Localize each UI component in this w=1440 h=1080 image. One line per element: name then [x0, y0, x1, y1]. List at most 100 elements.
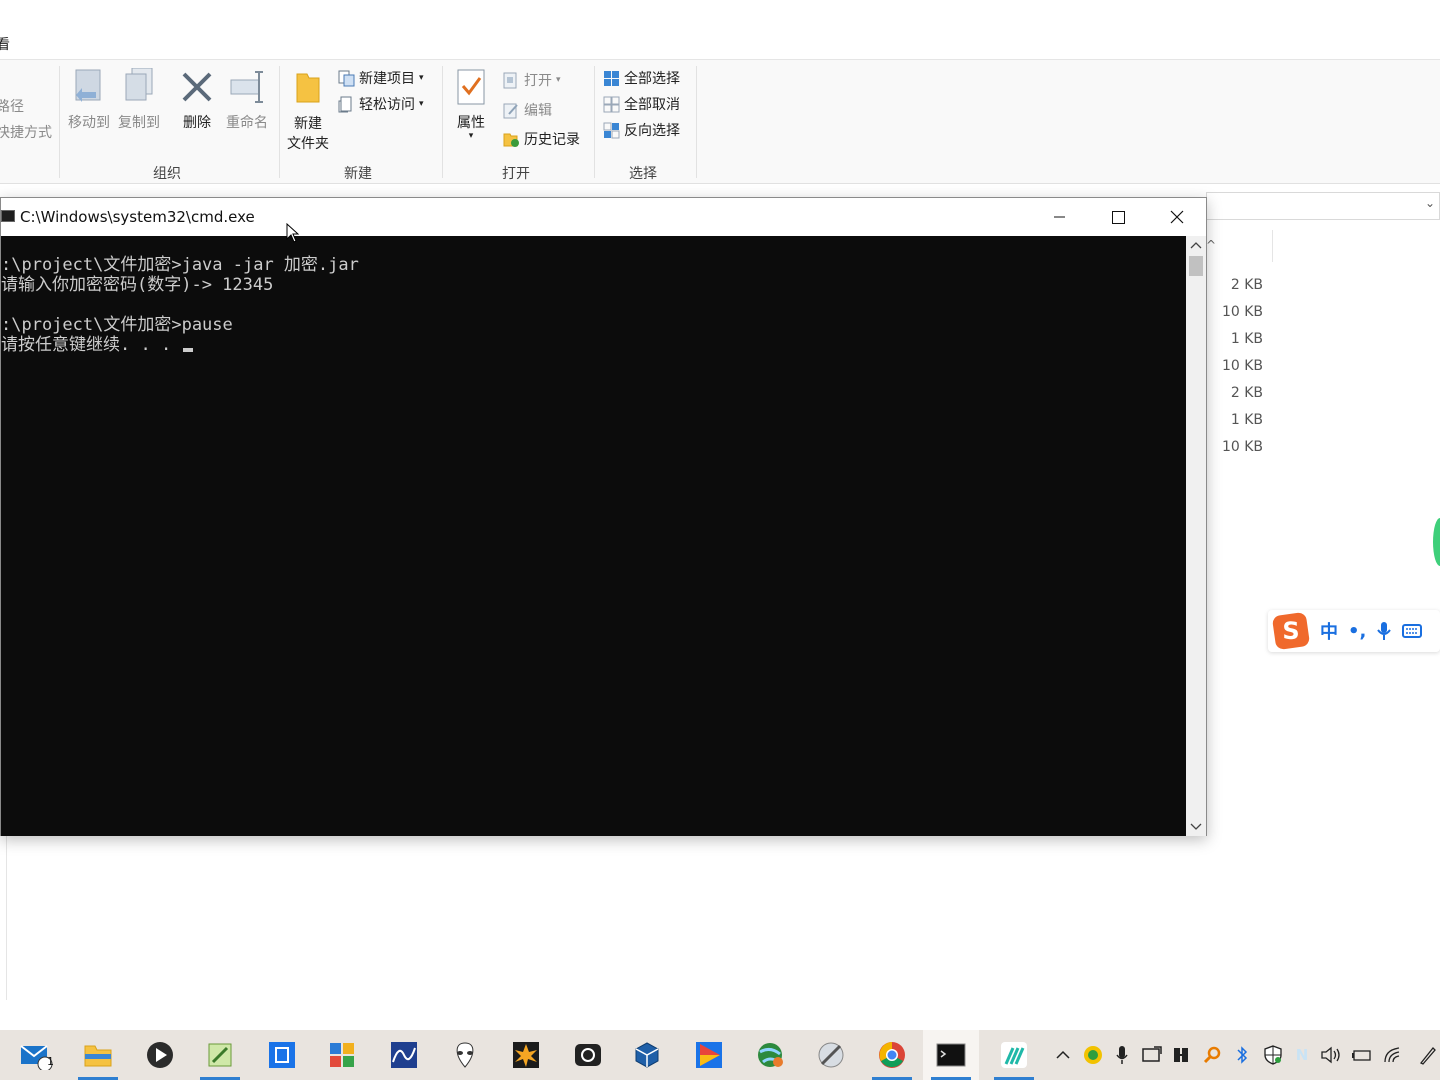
ribbon-tab-view[interactable]: 看	[0, 34, 10, 54]
tray-pen[interactable]	[1416, 1044, 1438, 1066]
dropdown-arrow-icon: ▾	[419, 73, 424, 83]
properties-check-icon	[457, 69, 485, 105]
chevron-up-icon	[1056, 1050, 1070, 1059]
easy-access-icon	[338, 96, 352, 112]
tray-volume[interactable]	[1320, 1044, 1342, 1066]
rename-button[interactable]: 重命名	[222, 68, 272, 132]
ribbon-group-organize-label: 组织	[153, 166, 181, 182]
play-store-icon	[696, 1042, 722, 1068]
dropdown-arrow-icon: ▾	[468, 131, 474, 141]
rename-icon	[230, 71, 263, 103]
history-button[interactable]: 历史记录	[503, 129, 580, 149]
burst-app-icon	[513, 1042, 539, 1068]
console-line-prompt: 请按任意键继续. . .	[1, 335, 1186, 355]
tray-wifi[interactable]	[1382, 1044, 1404, 1066]
paste-shortcut-button[interactable]: 快捷方式	[0, 122, 52, 142]
easy-access-dropdown[interactable]: 轻松访问 ▾	[338, 94, 424, 114]
cmd-title-bar[interactable]: C:\Windows\system32\cmd.exe	[1, 198, 1206, 236]
taskbar-virtualbox[interactable]	[619, 1030, 675, 1080]
delete-button[interactable]: 删除	[172, 68, 222, 132]
invert-selection-button[interactable]: 反向选择	[603, 120, 680, 140]
bluetooth-icon	[1237, 1046, 1248, 1064]
taskbar-app-wave[interactable]	[376, 1030, 432, 1080]
tray-display[interactable]	[1141, 1044, 1163, 1066]
cmd-app-icon	[1, 210, 15, 222]
ime-mode-chinese[interactable]: 中	[1320, 618, 1338, 644]
tray-overflow-chevron-icon[interactable]	[1052, 1044, 1074, 1066]
taskbar-app-alien[interactable]	[437, 1030, 493, 1080]
ime-punctuation[interactable]: •,	[1348, 621, 1366, 642]
taskbar-app-bot[interactable]	[560, 1030, 616, 1080]
microphone-icon[interactable]	[1376, 621, 1392, 641]
minimize-button[interactable]	[1031, 198, 1089, 236]
wifi-icon	[1384, 1047, 1400, 1063]
copy-path-button[interactable]: 路径	[0, 96, 24, 116]
taskbar-file-explorer[interactable]	[70, 1030, 126, 1080]
taskbar-media-player[interactable]	[132, 1030, 188, 1080]
properties-button[interactable]: 属性 ▾	[450, 68, 492, 141]
tray-app-n[interactable]: N	[1291, 1044, 1313, 1066]
select-none-button[interactable]: 全部取消	[603, 94, 680, 114]
mouse-pointer-icon	[286, 223, 300, 243]
taskbar-app-burst[interactable]	[498, 1030, 554, 1080]
blue-app-icon	[269, 1042, 295, 1068]
scroll-up-arrow-icon[interactable]	[1190, 240, 1202, 250]
delete-x-icon	[182, 72, 212, 102]
taskbar-app-player[interactable]	[681, 1030, 737, 1080]
copy-to-button[interactable]: 复制到	[114, 67, 164, 132]
sogou-logo-icon: S	[1272, 612, 1310, 650]
notepad-plus-icon	[208, 1043, 232, 1067]
column-divider	[1272, 230, 1273, 262]
mail-badge-count: 1	[47, 1055, 54, 1068]
select-all-button[interactable]: 全部选择	[603, 68, 680, 88]
search-box[interactable]: ⌄	[1206, 192, 1440, 220]
ribbon: 路径 快捷方式 移动到 复制到 删除 重命名 组织 新建 文件夹 新建项目 ▾ …	[0, 60, 1440, 184]
tray-search[interactable]	[1201, 1044, 1223, 1066]
pen-icon	[1419, 1047, 1436, 1065]
copy-to-icon	[125, 67, 153, 101]
wave-app-icon	[391, 1042, 417, 1068]
disc-app-icon	[818, 1042, 844, 1068]
cmd-window[interactable]: C:\Windows\system32\cmd.exe :\project\文件…	[0, 197, 1207, 836]
tray-bluetooth[interactable]	[1231, 1044, 1253, 1066]
microphone-icon	[1116, 1046, 1128, 1064]
taskbar-app-blue[interactable]	[254, 1030, 310, 1080]
taskbar-chrome[interactable]	[864, 1030, 920, 1080]
tray-app-icon[interactable]	[1082, 1044, 1104, 1066]
move-to-button[interactable]: 移动到	[64, 68, 114, 132]
taskbar-cmd[interactable]	[923, 1030, 979, 1080]
scrollbar-thumb[interactable]	[1189, 256, 1203, 276]
new-folder-button[interactable]: 新建 文件夹	[284, 68, 332, 154]
ribbon-tab-bar: 看	[0, 0, 1440, 60]
file-list: ^ 2 KB 10 KB 1 KB 10 KB 2 KB 1 KB 10 KB	[1206, 230, 1440, 490]
taskbar-app-disc[interactable]	[803, 1030, 859, 1080]
folder-icon	[84, 1045, 112, 1067]
folder-icon	[296, 73, 320, 103]
ime-toolbar[interactable]: S 中 •,	[1268, 610, 1440, 652]
new-item-dropdown[interactable]: 新建项目 ▾	[338, 68, 424, 88]
chevron-down-icon: ⌄	[1424, 196, 1435, 210]
shield-icon	[1264, 1045, 1282, 1065]
console-output[interactable]: :\project\文件加密>java -jar 加密.jar 请输入你加密密码…	[1, 236, 1186, 836]
taskbar-notepad-plus[interactable]	[192, 1030, 248, 1080]
ribbon-group-open-label: 打开	[502, 166, 530, 182]
media-player-icon	[147, 1042, 173, 1068]
taskbar-app-pen[interactable]	[986, 1030, 1042, 1080]
tray-battery[interactable]	[1351, 1044, 1373, 1066]
tray-security[interactable]	[1262, 1044, 1284, 1066]
edit-button[interactable]: 编辑	[503, 100, 552, 120]
tray-microphone[interactable]	[1111, 1044, 1133, 1066]
cmd-window-title: C:\Windows\system32\cmd.exe	[20, 208, 255, 226]
vertical-scrollbar[interactable]	[1186, 236, 1206, 836]
open-button[interactable]: 打开 ▾	[503, 70, 561, 90]
taskbar-app-globe[interactable]	[742, 1030, 798, 1080]
keyboard-icon[interactable]	[1402, 623, 1423, 639]
scroll-down-arrow-icon[interactable]	[1190, 822, 1202, 832]
maximize-button[interactable]	[1089, 198, 1147, 236]
tray-app-dark[interactable]	[1170, 1044, 1192, 1066]
console-line: :\project\文件加密>java -jar 加密.jar	[1, 255, 359, 275]
close-button[interactable]	[1148, 198, 1206, 236]
volume-icon	[1321, 1046, 1340, 1064]
taskbar-app-tiles[interactable]	[314, 1030, 370, 1080]
taskbar-mail[interactable]: 1	[8, 1030, 64, 1080]
